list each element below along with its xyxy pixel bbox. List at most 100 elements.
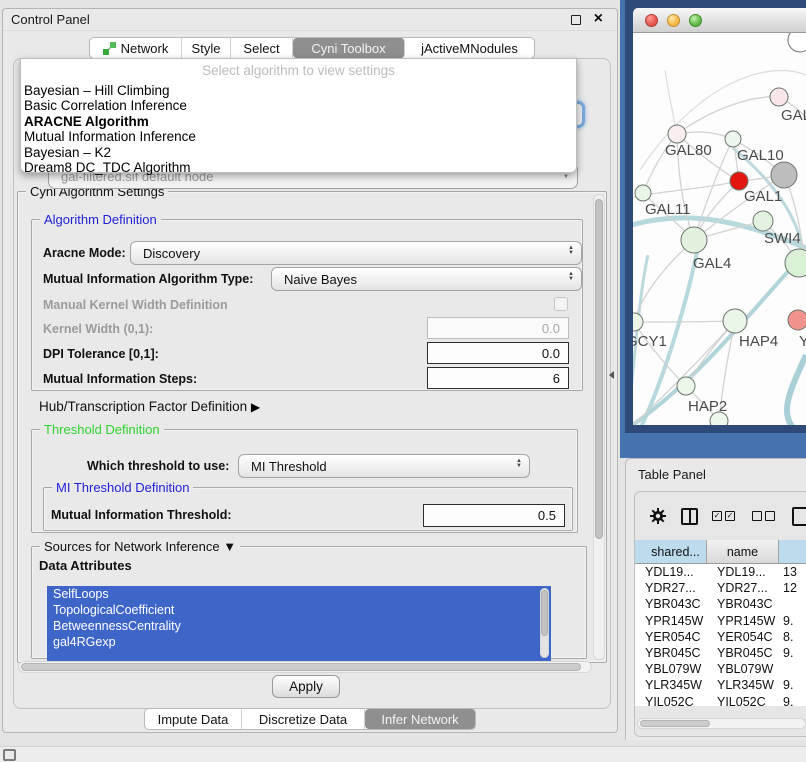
algorithm-list-item[interactable]: Mutual Information Inference bbox=[21, 129, 576, 144]
hub-transcription-factor-section[interactable]: Hub/Transcription Factor Definition ▶ bbox=[39, 399, 260, 414]
table-row[interactable]: YBR045C YBR045C 9. bbox=[635, 645, 806, 661]
algorithm-list-item[interactable]: Bayesian – K2 bbox=[21, 145, 576, 160]
network-node[interactable] bbox=[635, 185, 651, 201]
which-threshold-combo[interactable]: MI Threshold ▲▼ bbox=[238, 454, 530, 478]
attribute-item[interactable]: BetweennessCentrality bbox=[47, 618, 551, 634]
settings-scrollbar-thumb[interactable] bbox=[595, 199, 603, 539]
table-row[interactable]: YBL079W YBL079W bbox=[635, 661, 806, 677]
tab-infer-network[interactable]: Infer Network bbox=[365, 709, 475, 729]
table-hscrollbar-thumb[interactable] bbox=[640, 720, 710, 727]
network-node[interactable] bbox=[723, 309, 747, 333]
mi-algorithm-type-label: Mutual Information Algorithm Type: bbox=[43, 272, 253, 286]
attribute-item[interactable]: TopologicalCoefficient bbox=[47, 602, 551, 618]
close-traffic-icon[interactable] bbox=[645, 14, 658, 27]
mi-threshold-field[interactable]: 0.5 bbox=[423, 504, 565, 527]
table-panel-title: Table Panel bbox=[638, 467, 706, 482]
network-node[interactable] bbox=[725, 131, 741, 147]
data-attributes-list[interactable]: SelfLoopsTopologicalCoefficientBetweenne… bbox=[47, 586, 551, 661]
mi-algorithm-type-combo[interactable]: Naive Bayes ▲▼ bbox=[271, 267, 582, 291]
algorithm-list-item[interactable]: ARACNE Algorithm bbox=[21, 114, 576, 129]
table-row[interactable]: YDL19... YDL19... 13 bbox=[635, 564, 806, 580]
attribute-item[interactable]: SelfLoops bbox=[47, 586, 551, 602]
algorithm-list-item[interactable]: Bayesian – Hill Climbing bbox=[21, 83, 576, 98]
table-hscrollbar-track[interactable] bbox=[637, 718, 806, 729]
expand-arrow-icon[interactable]: ▶ bbox=[251, 400, 260, 414]
cell-value: 9. bbox=[779, 694, 806, 707]
tab-network[interactable]: Network bbox=[90, 38, 182, 58]
network-node[interactable] bbox=[633, 313, 643, 331]
attr-list-scrollbar-track[interactable] bbox=[540, 588, 549, 658]
aracne-mode-combo[interactable]: Discovery ▲▼ bbox=[130, 241, 582, 265]
cell-shared-name: YPR145W bbox=[635, 613, 707, 629]
network-node-label: HAP4 bbox=[739, 333, 778, 350]
kernel-width-field[interactable]: 0.0 bbox=[427, 317, 569, 339]
cell-name: YER054C bbox=[707, 629, 779, 645]
network-node[interactable] bbox=[710, 412, 728, 425]
settings-hscrollbar-thumb[interactable] bbox=[21, 663, 581, 671]
column-header-shared[interactable]: shared... bbox=[635, 540, 707, 563]
dpi-tolerance-field[interactable]: 0.0 bbox=[427, 342, 569, 364]
mi-steps-field[interactable]: 6 bbox=[427, 367, 569, 389]
algorithm-list-item[interactable]: Dream8 DC_TDC Algorithm bbox=[21, 160, 576, 175]
float-window-icon[interactable] bbox=[571, 15, 581, 25]
table-row[interactable]: YDR27... YDR27... 12 bbox=[635, 580, 806, 596]
attribute-item[interactable]: gal4RGexp bbox=[47, 634, 551, 650]
tab-style[interactable]: Style bbox=[182, 38, 231, 58]
column-header-name[interactable]: name bbox=[707, 540, 779, 563]
columns-icon[interactable] bbox=[681, 508, 698, 525]
cell-value: 8. bbox=[779, 629, 806, 645]
network-node-label: GAL4 bbox=[693, 255, 731, 272]
settings-hscrollbar-track[interactable] bbox=[18, 661, 592, 673]
tab-select[interactable]: Select bbox=[231, 38, 293, 58]
network-svg: GALGAL80GAL10GAL1GAL11SWI4GAL4GCY1HAP4YH… bbox=[633, 33, 806, 425]
minimize-traffic-icon[interactable] bbox=[667, 14, 680, 27]
apply-button[interactable]: Apply bbox=[272, 675, 340, 698]
close-icon[interactable]: × bbox=[594, 10, 603, 28]
mini-window-icon[interactable] bbox=[3, 749, 16, 761]
tab-network-label: Network bbox=[121, 41, 169, 56]
mi-steps-value: 6 bbox=[553, 371, 560, 386]
control-panel-tabbar: Network Style Select Cyni Toolbox jActiv… bbox=[89, 37, 535, 59]
network-node[interactable] bbox=[788, 310, 806, 330]
tab-impute-data-label: Impute Data bbox=[158, 712, 229, 727]
attr-list-scrollbar-thumb[interactable] bbox=[541, 590, 548, 636]
select-all-checkboxes-icon[interactable]: ✓✓ bbox=[712, 511, 738, 521]
zoom-traffic-icon[interactable] bbox=[689, 14, 702, 27]
network-node[interactable] bbox=[770, 88, 788, 106]
table-panel-body: ✓✓ shared... name YDL19... YDL19... 13 bbox=[634, 491, 806, 737]
cell-name: YLR345W bbox=[707, 677, 779, 693]
table-row[interactable]: YBR043C YBR043C bbox=[635, 596, 806, 612]
network-canvas[interactable]: GALGAL80GAL10GAL1GAL11SWI4GAL4GCY1HAP4YH… bbox=[633, 33, 806, 425]
network-node[interactable] bbox=[753, 211, 773, 231]
algorithm-list-item[interactable]: Basic Correlation Inference bbox=[21, 98, 576, 113]
manual-kernel-width-checkbox[interactable] bbox=[554, 297, 568, 311]
splitter-collapse-icon[interactable] bbox=[609, 371, 614, 379]
tab-cyni-toolbox[interactable]: Cyni Toolbox bbox=[293, 38, 405, 58]
network-window-titlebar[interactable] bbox=[633, 8, 806, 33]
network-edge bbox=[677, 97, 779, 134]
tab-discretize-data[interactable]: Discretize Data bbox=[242, 709, 365, 729]
table-row[interactable]: YER054C YER054C 8. bbox=[635, 629, 806, 645]
network-node[interactable] bbox=[771, 162, 797, 188]
network-edge bbox=[665, 70, 677, 134]
tab-impute-data[interactable]: Impute Data bbox=[145, 709, 242, 729]
cell-value: 12 bbox=[779, 580, 806, 596]
table-rows: YDL19... YDL19... 13 YDR27... YDR27... 1… bbox=[635, 564, 806, 706]
table-row[interactable]: YLR345W YLR345W 9. bbox=[635, 677, 806, 693]
table-row[interactable]: YPR145W YPR145W 9. bbox=[635, 613, 806, 629]
sources-legend-label: Sources for Network Inference bbox=[44, 539, 220, 554]
collapse-arrow-icon[interactable]: ▼ bbox=[223, 539, 236, 554]
column-header-partial[interactable] bbox=[779, 540, 806, 563]
tab-jactivemnodules[interactable]: jActiveMNodules bbox=[405, 38, 534, 58]
cell-name: YDL19... bbox=[707, 564, 779, 580]
deselect-all-checkboxes-icon[interactable] bbox=[752, 511, 778, 521]
network-node[interactable] bbox=[788, 33, 806, 52]
settings-scrollbar-track[interactable] bbox=[593, 194, 605, 660]
network-node[interactable] bbox=[677, 377, 695, 395]
gear-icon[interactable] bbox=[649, 507, 667, 525]
threshold-definition-legend: Threshold Definition bbox=[40, 422, 164, 437]
network-node[interactable] bbox=[681, 227, 707, 253]
network-node[interactable] bbox=[668, 125, 686, 143]
new-table-icon[interactable] bbox=[792, 507, 806, 526]
table-row[interactable]: YIL052C YIL052C 9. bbox=[635, 694, 806, 707]
